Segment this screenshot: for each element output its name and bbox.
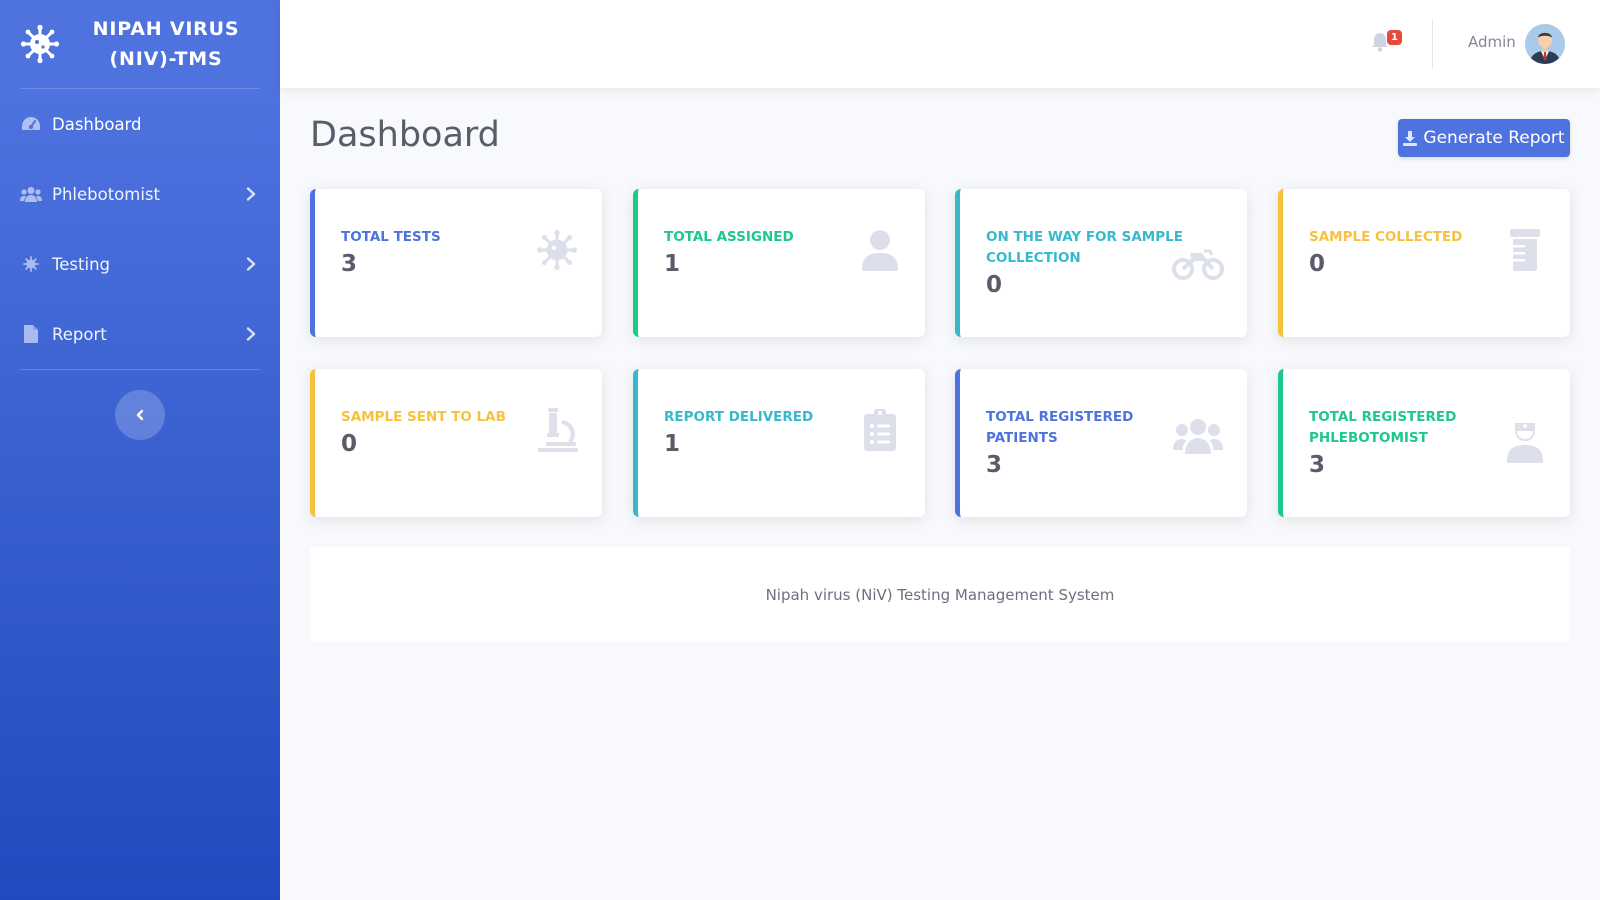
users-icon	[1171, 413, 1225, 459]
tachometer-icon	[20, 113, 42, 135]
stat-card-report-delivered[interactable]: REPORT DELIVERED 1	[633, 369, 925, 517]
sidebar-item-label: Testing	[52, 254, 111, 274]
virus-icon	[20, 253, 42, 275]
topbar	[280, 0, 1600, 88]
sidebar-item-phlebotomist[interactable]: Phlebotomist	[0, 159, 280, 229]
page-title: Dashboard	[310, 115, 500, 155]
chevron-right-icon	[246, 187, 256, 201]
chevron-right-icon	[246, 327, 256, 341]
card-value: 1	[664, 251, 681, 277]
sidebar-item-testing[interactable]: Testing	[0, 229, 280, 299]
generate-report-label: Generate Report	[1423, 128, 1565, 148]
card-label: TOTAL REGISTERED PHLEBOTOMIST	[1309, 409, 1457, 446]
user-icon	[857, 227, 903, 273]
sidebar-toggle-button[interactable]	[115, 390, 165, 440]
brand-title: NIPAH VIRUS (NIV)-TMS	[92, 18, 240, 70]
card-label: TOTAL REGISTERED PATIENTS	[986, 409, 1134, 446]
stat-card-registered-phlebotomist[interactable]: TOTAL REGISTERED PHLEBOTOMIST 3	[1278, 369, 1570, 517]
footer-text: Nipah virus (NiV) Testing Management Sys…	[765, 585, 1115, 604]
card-value: 0	[1309, 251, 1326, 277]
users-icon	[20, 183, 42, 205]
card-label: SAMPLE SENT TO LAB	[341, 409, 506, 425]
sidebar-item-dashboard[interactable]: Dashboard	[0, 89, 280, 159]
sidebar-brand[interactable]: NIPAH VIRUS (NIV)-TMS	[0, 0, 280, 88]
chevron-right-icon	[246, 257, 256, 271]
card-value: 3	[986, 452, 1003, 478]
card-value: 3	[341, 251, 358, 277]
card-value: 0	[341, 431, 358, 457]
stat-card-on-the-way[interactable]: ON THE WAY FOR SAMPLE COLLECTION 0	[955, 189, 1247, 337]
sidebar: NIPAH VIRUS (NIV)-TMS Dashboard Phleboto…	[0, 0, 280, 900]
download-icon	[1403, 130, 1418, 146]
stat-card-total-tests[interactable]: TOTAL TESTS 3	[310, 189, 602, 337]
user-name[interactable]: Admin	[1468, 33, 1516, 51]
card-label: REPORT DELIVERED	[664, 409, 814, 425]
motorcycle-icon	[1171, 241, 1225, 287]
card-label: ON THE WAY FOR SAMPLE COLLECTION	[986, 229, 1183, 266]
sidebar-item-label: Report	[52, 324, 107, 344]
sidebar-item-label: Dashboard	[52, 114, 142, 134]
sidebar-item-report[interactable]: Report	[0, 299, 280, 369]
topbar-divider	[1432, 20, 1433, 68]
chevron-left-icon	[136, 409, 144, 421]
virus-icon	[20, 24, 60, 64]
notification-badge: 1	[1387, 30, 1402, 45]
generate-report-button[interactable]: Generate Report	[1398, 119, 1570, 157]
virus-icon	[534, 227, 580, 273]
card-label: SAMPLE COLLECTED	[1309, 229, 1463, 245]
stat-card-sample-collected[interactable]: SAMPLE COLLECTED 0	[1278, 189, 1570, 337]
user-nurse-icon	[1502, 419, 1548, 465]
card-label: TOTAL ASSIGNED	[664, 229, 794, 245]
footer: Nipah virus (NiV) Testing Management Sys…	[310, 547, 1570, 642]
sidebar-item-label: Phlebotomist	[52, 184, 160, 204]
card-value: 1	[664, 431, 681, 457]
prescription-bottle-icon	[1502, 227, 1548, 273]
avatar[interactable]	[1525, 24, 1565, 64]
file-icon	[20, 323, 42, 345]
microscope-icon	[534, 407, 580, 453]
stat-card-registered-patients[interactable]: TOTAL REGISTERED PATIENTS 3	[955, 369, 1247, 517]
clipboard-list-icon	[857, 407, 903, 453]
stat-card-total-assigned[interactable]: TOTAL ASSIGNED 1	[633, 189, 925, 337]
stat-card-sample-sent-to-lab[interactable]: SAMPLE SENT TO LAB 0	[310, 369, 602, 517]
card-value: 3	[1309, 452, 1326, 478]
card-value: 0	[986, 272, 1003, 298]
card-label: TOTAL TESTS	[341, 229, 441, 245]
